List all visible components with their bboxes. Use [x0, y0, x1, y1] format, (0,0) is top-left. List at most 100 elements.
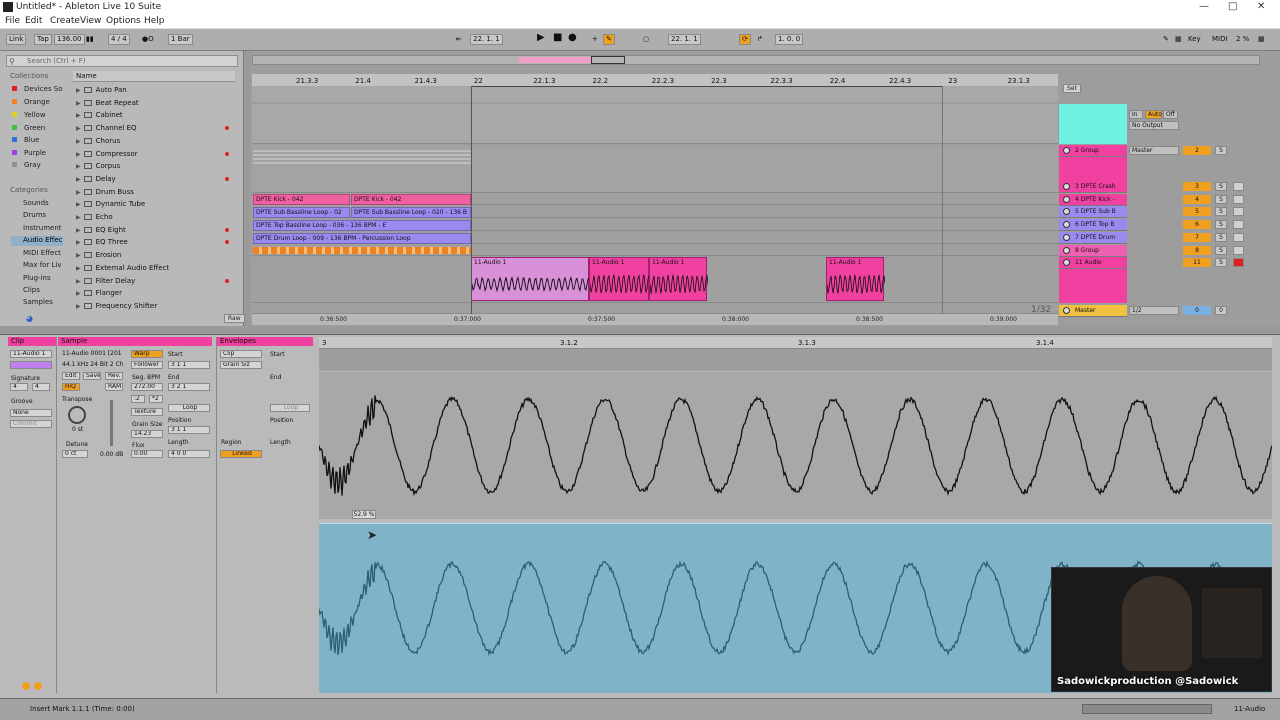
groove-select[interactable]: None — [10, 409, 52, 417]
expand-icon[interactable]: ▶ — [76, 276, 81, 288]
browser-item[interactable]: ▶ Delay — [76, 173, 116, 185]
browser-item[interactable]: ▶ Compressor — [76, 148, 138, 160]
end-field[interactable]: 3 2 1 — [168, 383, 210, 391]
show-panel-icon[interactable] — [34, 682, 42, 690]
sample-ruler[interactable]: 3 3.1.2 3.1.3 3.1.4 — [319, 337, 1272, 349]
audio-clip[interactable]: 11-Audio 1 — [649, 257, 708, 301]
solo-button[interactable]: S — [1215, 220, 1227, 229]
collection-item[interactable]: Yellow — [24, 111, 46, 119]
follower-button[interactable]: Follower — [131, 361, 163, 369]
expand-icon[interactable]: ▶ — [76, 212, 81, 224]
audio-clip[interactable]: 11-Audio 1 — [471, 257, 590, 301]
track-activator[interactable]: 6 — [1183, 220, 1211, 229]
category-drums[interactable]: Drums — [11, 211, 63, 221]
arm-button[interactable] — [1233, 233, 1244, 242]
quantize-select[interactable]: 1 Bar — [168, 34, 193, 45]
solo-button[interactable]: S — [1215, 146, 1227, 155]
length-field[interactable]: 4 0 0 — [168, 450, 210, 458]
track-fold-icon[interactable] — [1063, 234, 1070, 241]
expand-icon[interactable]: ▶ — [76, 110, 81, 122]
collection-item[interactable]: Green — [24, 124, 45, 132]
expand-icon[interactable]: ▶ — [76, 237, 81, 249]
browser-item[interactable]: ▶ Corpus — [76, 160, 120, 172]
track-fold-icon[interactable] — [1063, 208, 1070, 215]
category-midi-effects[interactable]: MIDI Effect — [11, 249, 63, 259]
expand-icon[interactable]: ▶ — [76, 288, 81, 300]
menu-options[interactable]: Options — [106, 16, 141, 26]
gain-slider[interactable] — [110, 400, 113, 446]
arm-button[interactable] — [1233, 207, 1244, 216]
punch-icon[interactable]: ↱ — [757, 35, 763, 43]
browser-item[interactable]: ▶ Flanger — [76, 287, 122, 299]
arrangement-overview[interactable] — [252, 55, 1260, 65]
detune-field[interactable]: 0 ct — [62, 450, 88, 458]
track-activator[interactable]: 4 — [1183, 195, 1211, 204]
midi-map-button[interactable]: MIDI — [1212, 35, 1228, 43]
metronome-icon[interactable]: ●O — [142, 35, 154, 43]
loop-button[interactable]: Loop — [168, 404, 210, 412]
solo-button[interactable]: S — [1215, 195, 1227, 204]
follow-icon[interactable]: ⇤ — [456, 35, 462, 43]
signature-denominator[interactable]: 4 — [32, 383, 50, 391]
automation-arm-icon[interactable]: ✎ — [603, 34, 615, 45]
track-fold-icon[interactable] — [1063, 307, 1070, 314]
track-fold-icon[interactable] — [1063, 259, 1070, 266]
linked-button[interactable]: Linked — [220, 450, 262, 458]
category-max-for-live[interactable]: Max for Liv — [11, 261, 63, 271]
expand-icon[interactable]: ▶ — [76, 225, 81, 237]
midi-clip[interactable]: DPTE Sub Bassline Loop - 020 - 136 B — [351, 207, 471, 218]
maximize-icon[interactable]: □ — [1228, 1, 1237, 12]
track-fold-icon[interactable] — [1063, 221, 1070, 228]
expand-icon[interactable]: ▶ — [76, 187, 81, 199]
track-output-select[interactable]: Master — [1129, 146, 1179, 155]
preview-icon[interactable]: ◕ — [26, 314, 33, 323]
double-tempo-button[interactable]: *2 — [149, 395, 163, 403]
arm-button[interactable] — [1233, 246, 1244, 255]
raw-button[interactable]: Raw — [224, 314, 245, 323]
solo-button[interactable]: S — [1215, 258, 1227, 267]
browser-item[interactable]: ▶ Auto Pan — [76, 84, 127, 96]
position-field[interactable]: 3 1 1 — [168, 426, 210, 434]
expand-icon[interactable]: ▶ — [76, 98, 81, 110]
browser-item[interactable]: ▶ EQ Three — [76, 236, 128, 248]
edit-button[interactable]: Edit — [62, 372, 80, 380]
browser-search-input[interactable]: Search (Ctrl + F) — [6, 55, 238, 67]
warp-button[interactable]: Warp — [131, 350, 163, 358]
menu-edit[interactable]: Edit — [25, 16, 42, 26]
browser-item[interactable]: ▶ Beat Repeat — [76, 97, 139, 109]
sample-waveform[interactable] — [318, 372, 1273, 519]
category-plugins[interactable]: Plug-ins — [11, 274, 63, 284]
start-field[interactable]: 3 1 1 — [168, 361, 210, 369]
browser-item[interactable]: ▶ EQ Eight — [76, 224, 126, 236]
env-loop-button[interactable]: Loop — [270, 404, 310, 412]
menu-create[interactable]: Create — [50, 16, 80, 26]
expand-icon[interactable]: ▶ — [76, 199, 81, 211]
browser-item[interactable]: ▶ Echo — [76, 211, 113, 223]
midi-clip[interactable]: DPTE Top Bassline Loop - 036 - 136 BPM -… — [253, 220, 471, 231]
hide-panel-icon[interactable] — [22, 682, 30, 690]
session-record-icon[interactable]: ○ — [643, 35, 649, 43]
audio-clip[interactable]: 11-Audio 1 — [589, 257, 650, 301]
midi-clip[interactable]: DPTE Sub Bassline Loop - 02 — [253, 207, 350, 218]
keyboard-icon[interactable]: ▦ — [1175, 35, 1182, 43]
menu-help[interactable]: Help — [144, 16, 165, 26]
sample-overview-strip[interactable] — [319, 349, 1272, 371]
track-fold-icon[interactable] — [1063, 147, 1070, 154]
arm-button[interactable] — [1233, 195, 1244, 204]
browser-item[interactable]: ▶ Erosion — [76, 249, 121, 261]
browser-item[interactable]: ▶ Cabinet — [76, 109, 123, 121]
loop-toggle-icon[interactable]: ⟳ — [739, 34, 751, 45]
browser-item[interactable]: ▶ Channel EQ — [76, 122, 137, 134]
ram-button[interactable]: RAM — [105, 383, 123, 391]
track-fold-icon[interactable] — [1063, 247, 1070, 254]
clip-name-field[interactable]: 11-Audio 1 — [10, 350, 52, 358]
commit-button[interactable]: Commit — [10, 420, 52, 428]
draw-mode-icon[interactable]: ✎ — [1163, 35, 1169, 43]
envelope-device-select[interactable]: Clip — [220, 350, 262, 358]
signature-field[interactable]: 4 / 4 — [108, 34, 130, 45]
solo-button[interactable]: S — [1215, 246, 1227, 255]
io-auto-button[interactable]: Auto — [1145, 110, 1162, 119]
overdub-icon[interactable]: + — [592, 35, 598, 43]
stop-icon[interactable]: ■ — [553, 32, 562, 43]
save-button[interactable]: Save — [83, 372, 101, 380]
